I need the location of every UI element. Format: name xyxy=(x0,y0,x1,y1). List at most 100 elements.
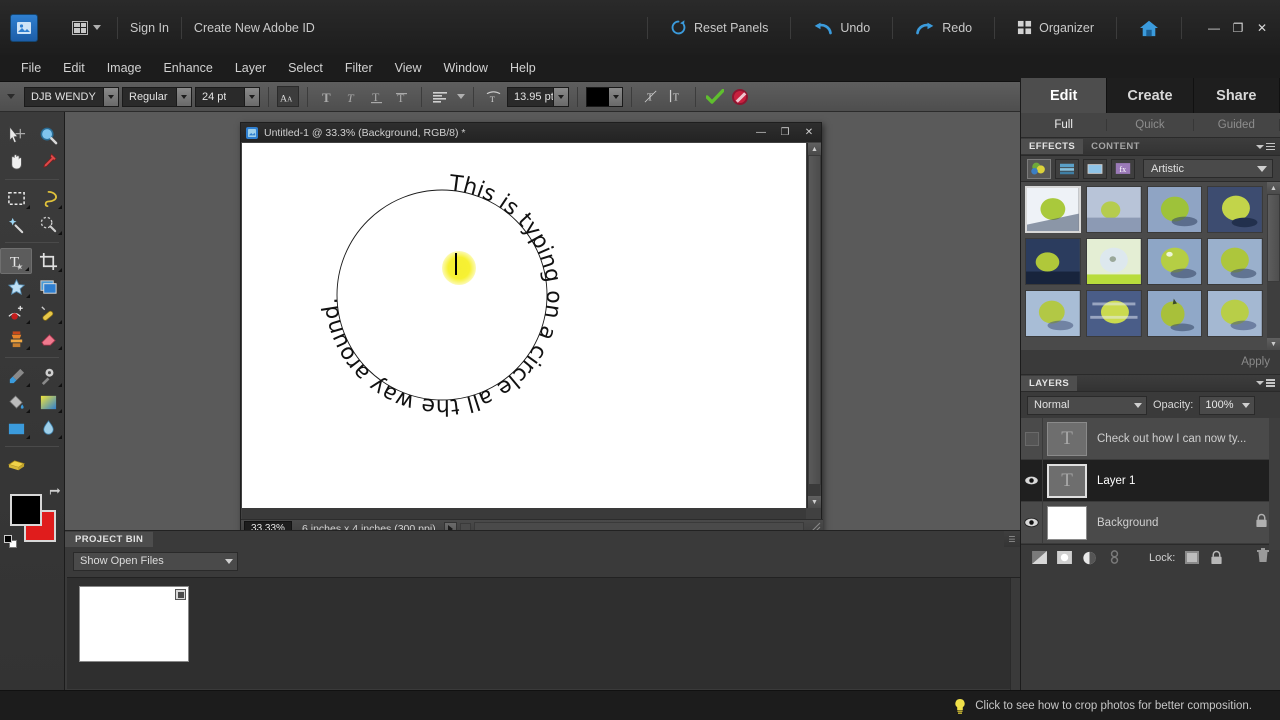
vertical-text-icon[interactable]: T xyxy=(665,86,687,107)
undo-button[interactable]: Undo xyxy=(803,20,880,36)
rectangular-marquee-tool[interactable] xyxy=(0,185,32,211)
layers-panel-menu-icon[interactable] xyxy=(1256,379,1275,387)
menu-image[interactable]: Image xyxy=(96,58,153,78)
text-color-swatch[interactable] xyxy=(587,87,609,106)
effect-thumbnail[interactable] xyxy=(1025,238,1081,285)
effects-panel-menu-icon[interactable] xyxy=(1256,142,1275,151)
reset-panels-button[interactable]: Reset Panels xyxy=(660,19,778,36)
new-fill-layer-icon[interactable] xyxy=(1081,550,1098,566)
panel-tab-content[interactable]: CONTENT xyxy=(1083,139,1148,154)
font-style-combo[interactable]: Regular xyxy=(122,86,192,107)
strikethrough-icon[interactable]: T xyxy=(391,86,413,107)
cancel-icon[interactable] xyxy=(729,86,751,107)
home-button[interactable] xyxy=(1129,19,1169,37)
zoom-tool[interactable] xyxy=(32,122,64,148)
effect-thumbnail[interactable] xyxy=(1146,238,1203,285)
document-close-button[interactable]: ✕ xyxy=(797,124,821,141)
text-color-picker[interactable] xyxy=(586,86,623,107)
status-hint-text[interactable]: Click to see how to crop photos for bett… xyxy=(975,700,1252,712)
effect-thumbnail[interactable] xyxy=(1085,238,1142,285)
quick-selection-tool[interactable] xyxy=(32,211,64,237)
effect-thumbnail[interactable] xyxy=(1025,186,1081,233)
effect-thumbnail[interactable] xyxy=(1085,186,1142,233)
project-bin-menu-icon[interactable]: ☰ xyxy=(1004,533,1020,545)
effect-thumbnail[interactable] xyxy=(1025,290,1081,337)
scrollbar-thumb[interactable] xyxy=(1267,194,1280,282)
new-layer-icon[interactable] xyxy=(1056,550,1073,566)
filters-icon[interactable] xyxy=(1027,158,1051,179)
effects-category-combo[interactable]: Artistic xyxy=(1143,159,1273,178)
scrollbar-thumb[interactable] xyxy=(808,155,821,485)
sub-tab-full[interactable]: Full xyxy=(1021,119,1108,131)
crop-tool[interactable] xyxy=(32,248,64,274)
layer-visibility-toggle[interactable] xyxy=(1021,501,1043,544)
project-bin-filter-combo[interactable]: Show Open Files xyxy=(73,551,238,571)
layer-thumbnail[interactable]: T xyxy=(1047,421,1087,456)
minimize-button[interactable]: — xyxy=(1202,18,1226,38)
canvas-vertical-scrollbar[interactable]: ▲ ▼ xyxy=(807,143,821,508)
text-orientation-icon[interactable]: T xyxy=(640,86,662,107)
healing-brush-tool[interactable] xyxy=(32,300,64,326)
lock-transparency-icon[interactable] xyxy=(1183,550,1200,566)
scroll-down-arrow-icon[interactable]: ▼ xyxy=(1267,338,1280,350)
maximize-button[interactable]: ❐ xyxy=(1226,18,1250,38)
red-eye-removal-tool[interactable] xyxy=(0,300,32,326)
menu-view[interactable]: View xyxy=(384,58,433,78)
layer-row[interactable]: T Layer 1 xyxy=(1021,459,1280,502)
options-expand-icon[interactable] xyxy=(7,94,15,99)
effect-thumbnail[interactable] xyxy=(1207,186,1263,233)
foreground-color-swatch[interactable] xyxy=(10,494,42,526)
eraser-tool[interactable] xyxy=(32,326,64,352)
menu-filter[interactable]: Filter xyxy=(334,58,384,78)
project-bin-thumbnail[interactable] xyxy=(79,586,189,662)
menu-help[interactable]: Help xyxy=(499,58,547,78)
effect-thumbnail[interactable] xyxy=(1146,290,1203,337)
font-size-combo[interactable]: 24 pt xyxy=(195,86,260,107)
new-adjustment-layer-icon[interactable] xyxy=(1031,550,1048,566)
trash-icon[interactable] xyxy=(1256,547,1270,568)
warp-text-icon[interactable]: T xyxy=(482,86,504,107)
underline-icon[interactable]: T xyxy=(366,86,388,107)
commit-checkmark-icon[interactable] xyxy=(704,86,726,107)
menu-select[interactable]: Select xyxy=(277,58,334,78)
scroll-down-arrow-icon[interactable]: ▼ xyxy=(808,496,821,508)
layer-thumbnail[interactable] xyxy=(1047,505,1087,540)
lock-all-icon[interactable] xyxy=(1208,550,1225,566)
effect-thumbnail[interactable] xyxy=(1085,290,1142,337)
cookie-cutter-tool[interactable] xyxy=(0,274,32,300)
brush-tool[interactable] xyxy=(0,363,32,389)
layer-row[interactable]: T Check out how I can now ty... xyxy=(1021,417,1280,460)
move-tool[interactable] xyxy=(0,122,32,148)
menu-layer[interactable]: Layer xyxy=(224,58,277,78)
layer-thumbnail[interactable]: T xyxy=(1047,463,1087,498)
magic-wand-tool[interactable] xyxy=(0,211,32,237)
layer-visibility-toggle[interactable] xyxy=(1021,417,1043,460)
default-colors-icon[interactable] xyxy=(4,535,17,548)
leading-combo[interactable]: 13.95 pt xyxy=(507,86,569,107)
bold-icon[interactable]: T xyxy=(316,86,338,107)
hand-tool[interactable] xyxy=(0,148,32,174)
organizer-button[interactable]: Organizer xyxy=(1007,20,1104,35)
document-maximize-button[interactable]: ❐ xyxy=(773,124,797,141)
effect-thumbnail[interactable] xyxy=(1146,186,1203,233)
smart-brush-tool[interactable] xyxy=(32,363,64,389)
tab-share[interactable]: Share xyxy=(1193,78,1280,113)
effect-thumbnail[interactable] xyxy=(1207,290,1263,337)
tab-edit[interactable]: Edit xyxy=(1021,78,1108,113)
type-tool[interactable]: T xyxy=(0,248,32,274)
layer-styles-icon[interactable] xyxy=(1055,158,1079,179)
italic-icon[interactable]: T xyxy=(341,86,363,107)
menu-window[interactable]: Window xyxy=(433,58,499,78)
blend-mode-combo[interactable]: Normal xyxy=(1027,395,1147,415)
paint-bucket-tool[interactable] xyxy=(0,389,32,415)
align-left-icon[interactable] xyxy=(430,86,452,107)
document-minimize-button[interactable]: — xyxy=(749,124,773,141)
show-all-icon[interactable]: fx xyxy=(1111,158,1135,179)
anti-alias-icon[interactable]: AA xyxy=(277,86,299,107)
panel-tab-layers[interactable]: LAYERS xyxy=(1021,375,1078,391)
tab-create[interactable]: Create xyxy=(1107,78,1194,113)
link-layers-icon[interactable] xyxy=(1106,550,1123,566)
sponge-tool[interactable] xyxy=(0,452,32,478)
opacity-input[interactable]: 100% xyxy=(1199,395,1256,415)
effects-scrollbar[interactable]: ▲ ▼ xyxy=(1267,182,1280,350)
